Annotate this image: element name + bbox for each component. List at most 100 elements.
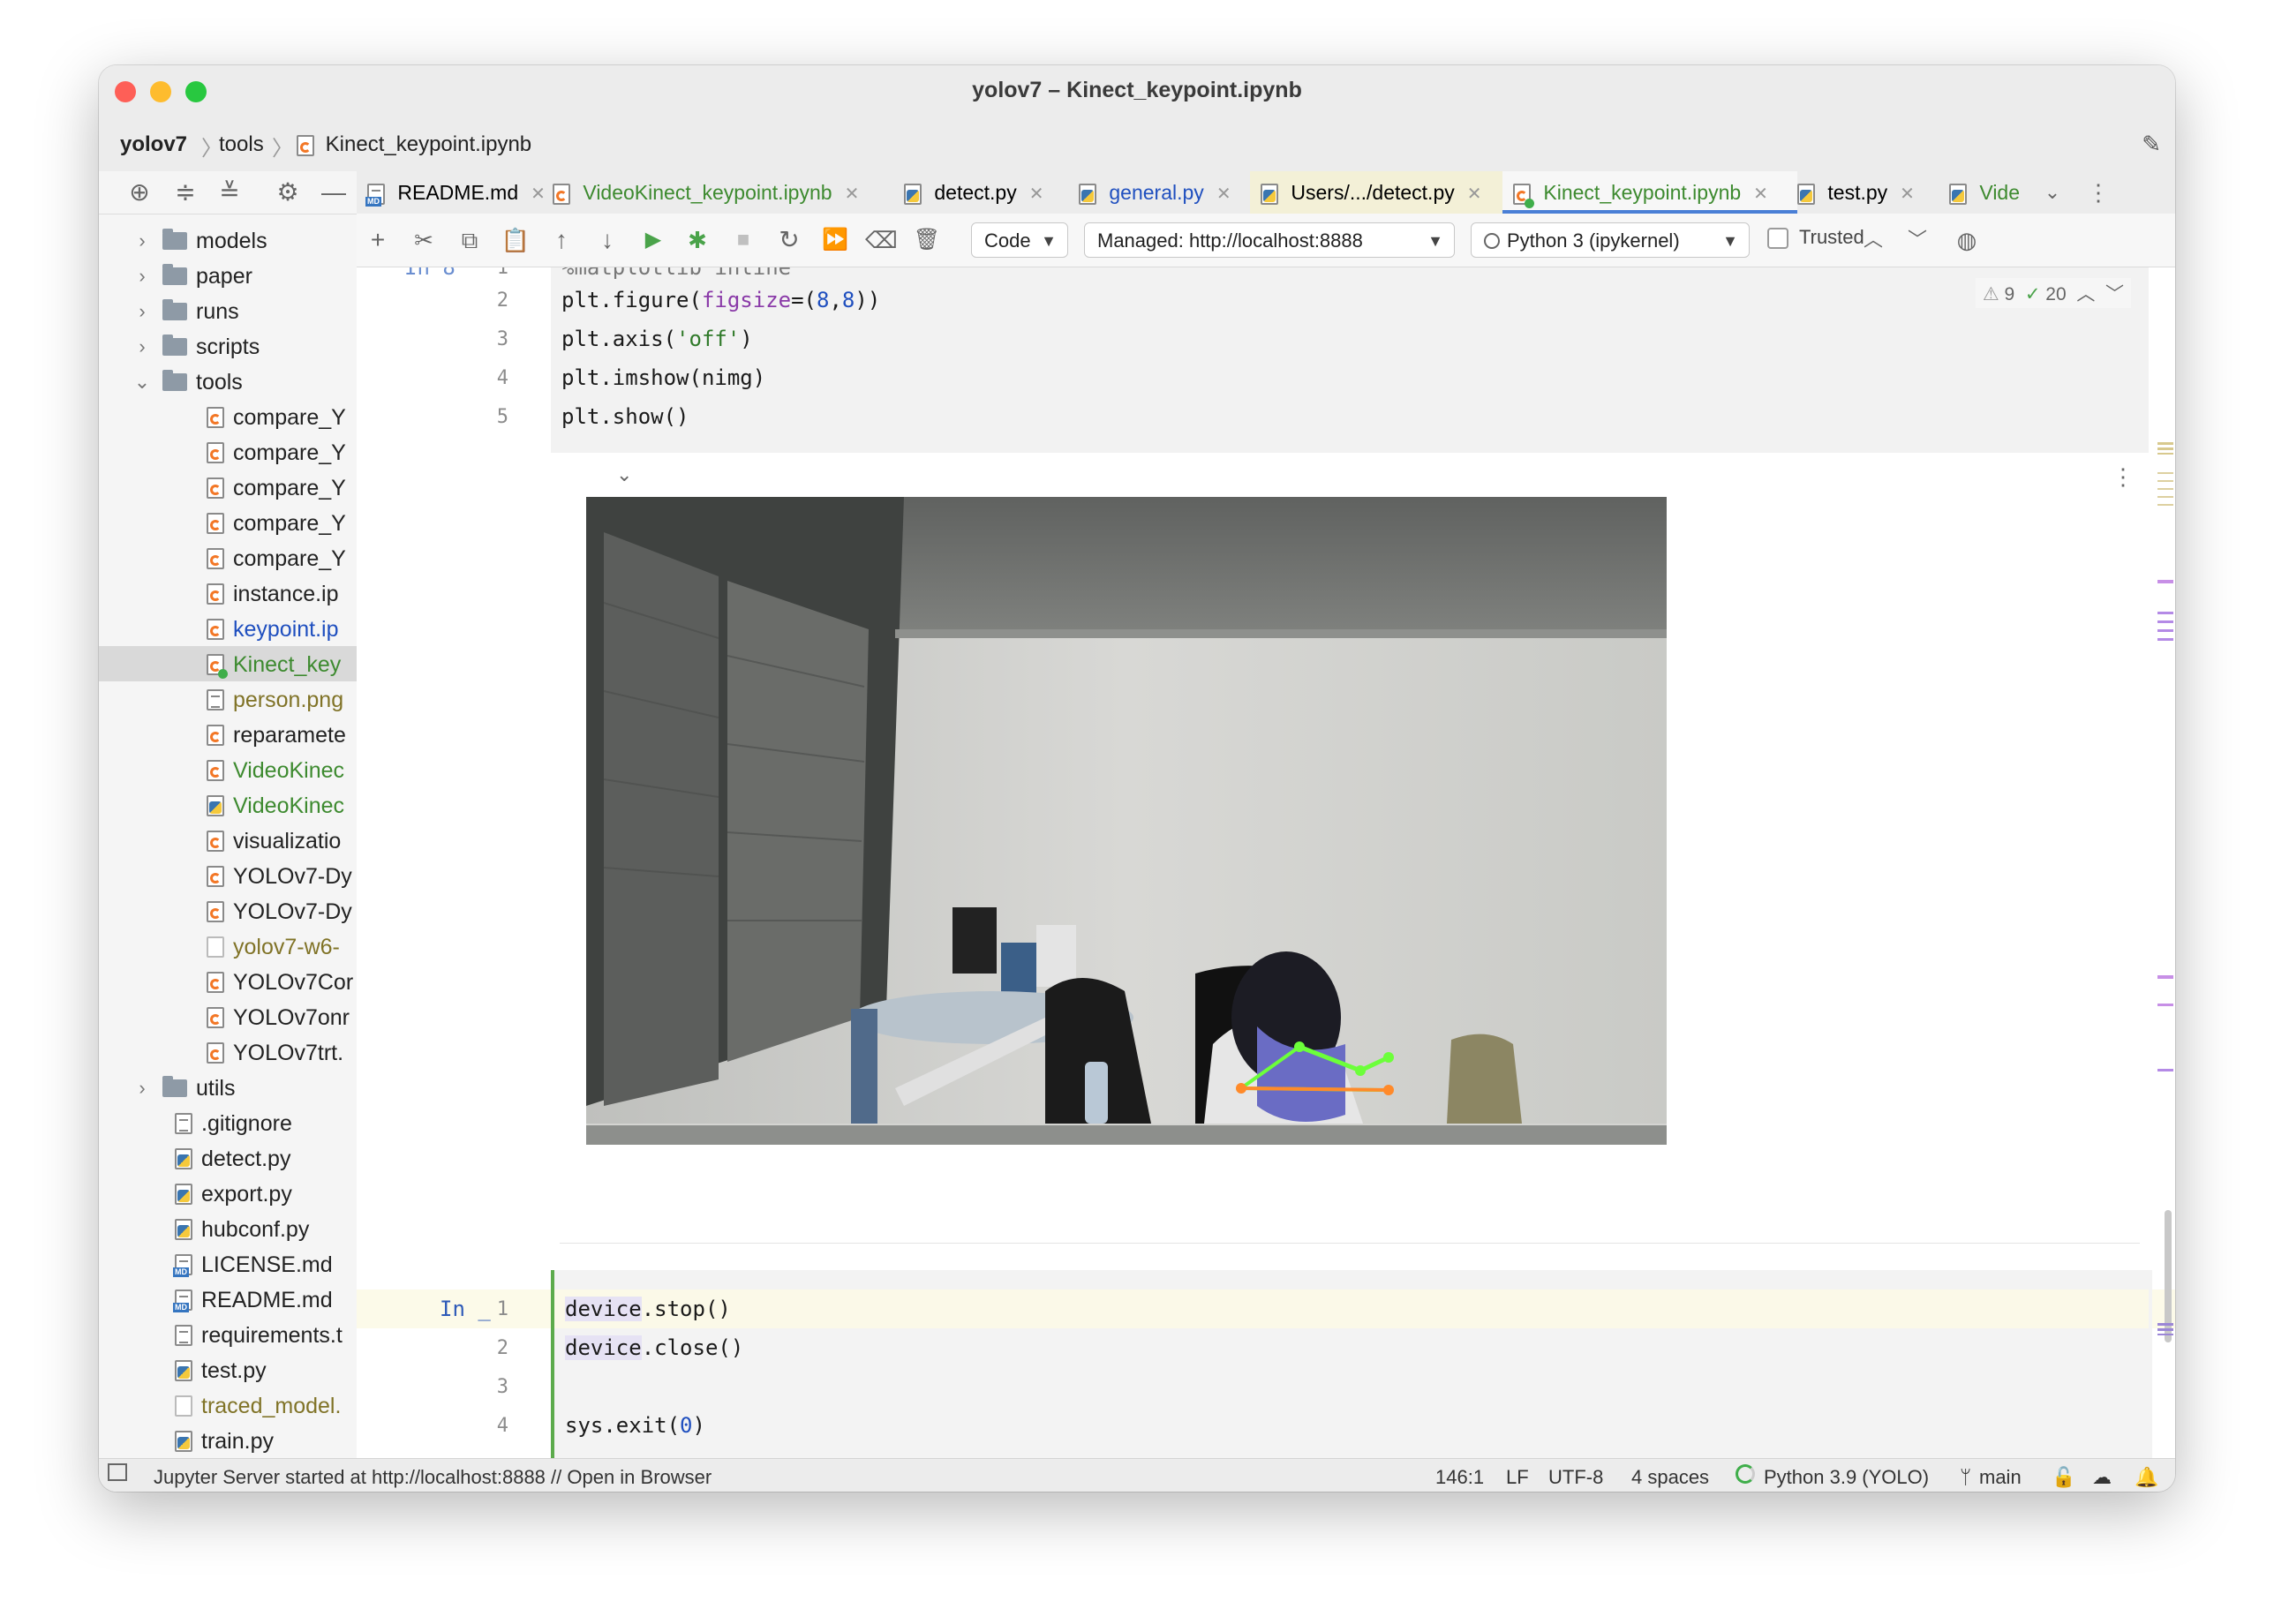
tree-item[interactable]: VideoKinec	[99, 752, 357, 787]
server-select[interactable]: Managed: http://localhost:8888 ▼	[1084, 222, 1455, 258]
tree-item[interactable]: compare_Y	[99, 505, 357, 540]
hide-panel-icon[interactable]: —	[318, 177, 350, 208]
cut-icon[interactable]: ✂	[408, 224, 440, 256]
cloud-icon[interactable]: ☁	[2092, 1466, 2112, 1489]
tree-item[interactable]: requirements.t	[99, 1317, 357, 1352]
tree-item[interactable]: Kinect_key	[99, 646, 357, 681]
move-down-icon[interactable]: ↓	[591, 224, 623, 256]
run-all-icon[interactable]: ⏩	[819, 224, 851, 256]
breadcrumb-project[interactable]: yolov7	[120, 132, 187, 157]
delete-icon[interactable]: 🗑	[911, 224, 943, 256]
tree-item[interactable]: › scripts	[99, 328, 357, 364]
lock-icon[interactable]: 🔓	[2052, 1466, 2075, 1489]
code-cell[interactable]: %matplotlib inline plt.figure(figsize=(8…	[551, 267, 2149, 453]
tab-general-py[interactable]: general.py ✕	[1068, 171, 1261, 214]
gear-icon[interactable]: ⚙	[272, 177, 304, 208]
close-tab-icon[interactable]: ✕	[1753, 184, 1768, 204]
move-up-icon[interactable]: ↑	[546, 224, 577, 256]
tab-test-py[interactable]: test.py ✕	[1787, 171, 1949, 214]
tree-item[interactable]: visualizatio	[99, 823, 357, 858]
code-cell-active[interactable]: device.stop() device.close() sys.exit(0)	[551, 1270, 2152, 1458]
chevron-up-icon[interactable]: ︿	[2076, 284, 2095, 304]
locate-icon[interactable]: ⊕	[124, 177, 155, 208]
more-options-icon[interactable]: ⋮	[2082, 177, 2114, 208]
previous-cell-icon[interactable]: ︿	[1857, 224, 1889, 256]
cell-type-select[interactable]: Code ▼	[971, 222, 1068, 258]
tool-windows-icon[interactable]	[108, 1463, 127, 1481]
stop-icon[interactable]: ■	[727, 224, 759, 256]
tab-kinect-keypoint[interactable]: Kinect_keypoint.ipynb ✕	[1502, 171, 1797, 214]
close-tab-icon[interactable]: ✕	[1467, 184, 1482, 204]
tree-item[interactable]: keypoint.ip	[99, 611, 357, 646]
edit-icon[interactable]: ✎	[2142, 131, 2161, 158]
tree-item[interactable]: MD LICENSE.md	[99, 1246, 357, 1282]
tree-item[interactable]: › paper	[99, 258, 357, 293]
close-tab-icon[interactable]: ✕	[1216, 184, 1231, 204]
chevron-right-icon[interactable]: ›	[132, 1071, 152, 1106]
file-encoding[interactable]: UTF-8	[1548, 1466, 1603, 1489]
tree-item[interactable]: VideoKinec	[99, 787, 357, 823]
chevron-right-icon[interactable]: ›	[132, 223, 152, 259]
breadcrumb-folder[interactable]: tools	[219, 132, 264, 157]
tree-item[interactable]: traced_model.	[99, 1387, 357, 1423]
chevron-right-icon[interactable]: ›	[132, 329, 152, 365]
tree-item[interactable]: export.py	[99, 1176, 357, 1211]
run-cell-icon[interactable]: ▶	[637, 224, 669, 256]
tree-item[interactable]: reparamete	[99, 717, 357, 752]
tree-item[interactable]: compare_Y	[99, 434, 357, 470]
add-cell-icon[interactable]: +	[362, 224, 394, 256]
tree-item[interactable]: YOLOv7trt.	[99, 1034, 357, 1070]
collapse-output-icon[interactable]: ⌄	[616, 463, 632, 486]
close-tab-icon[interactable]: ✕	[1029, 184, 1044, 204]
tree-item[interactable]: yolov7-w6-	[99, 929, 357, 964]
tree-item[interactable]: .gitignore	[99, 1105, 357, 1140]
tab-detect-py[interactable]: detect.py ✕	[893, 171, 1079, 214]
globe-icon[interactable]: ◍	[1951, 224, 1983, 256]
status-message[interactable]: Jupyter Server started at http://localho…	[154, 1466, 712, 1489]
debug-icon[interactable]: ✱	[681, 224, 713, 256]
tab-list-chevron-icon[interactable]: ⌄	[2037, 177, 2068, 208]
tab-video-overflow[interactable]: Vide	[1939, 171, 2046, 214]
close-tab-icon[interactable]: ✕	[1900, 184, 1915, 204]
tree-item[interactable]: › models	[99, 222, 357, 258]
tree-item[interactable]: ⌄ tools	[99, 364, 357, 399]
tree-item[interactable]: YOLOv7Cor	[99, 964, 357, 999]
chevron-down-icon[interactable]: ⌄	[132, 365, 152, 400]
tree-item[interactable]: compare_Y	[99, 540, 357, 575]
tree-item[interactable]: hubconf.py	[99, 1211, 357, 1246]
git-branch[interactable]: main	[1979, 1466, 2022, 1489]
kernel-select[interactable]: Python 3 (ipykernel) ▼	[1471, 222, 1750, 258]
output-menu-icon[interactable]: ⋮	[2112, 463, 2135, 491]
tree-item[interactable]: YOLOv7onr	[99, 999, 357, 1034]
tree-item[interactable]: YOLOv7-Dy	[99, 858, 357, 893]
tab-users-detect-py[interactable]: Users/.../detect.py ✕	[1250, 171, 1513, 214]
chevron-right-icon[interactable]: ›	[132, 259, 152, 294]
tab-videokinect-notebook[interactable]: VideoKinect_keypoint.ipynb ✕	[542, 171, 904, 214]
chevron-down-icon[interactable]: ﹀	[2105, 284, 2124, 304]
tree-item[interactable]: test.py	[99, 1352, 357, 1387]
tree-item[interactable]: train.py	[99, 1423, 357, 1458]
notifications-icon[interactable]: 🔔	[2135, 1466, 2158, 1489]
tree-item[interactable]: detect.py	[99, 1140, 357, 1176]
chevron-right-icon[interactable]: ›	[132, 294, 152, 329]
tree-item[interactable]: instance.ip	[99, 575, 357, 611]
trusted-checkbox[interactable]	[1767, 228, 1788, 249]
tree-item[interactable]: YOLOv7-Dy	[99, 893, 357, 929]
python-interpreter[interactable]: Python 3.9 (YOLO)	[1764, 1466, 1929, 1489]
cursor-position[interactable]: 146:1	[1435, 1466, 1484, 1489]
tab-readme[interactable]: MD README.md ✕	[357, 171, 553, 214]
breadcrumb-file[interactable]: Kinect_keypoint.ipynb	[297, 132, 531, 157]
copy-icon[interactable]: ⧉	[454, 224, 486, 256]
restart-kernel-icon[interactable]: ↻	[773, 224, 805, 256]
tree-item[interactable]: › utils	[99, 1070, 357, 1105]
tree-item[interactable]: › runs	[99, 293, 357, 328]
inspection-widget[interactable]: ⚠ 9 ✓ 20 ︿ ﹀	[1975, 278, 2131, 308]
line-ending[interactable]: LF	[1506, 1466, 1529, 1489]
clear-outputs-icon[interactable]: ⌫	[865, 224, 898, 256]
paste-icon[interactable]: 📋	[500, 224, 531, 256]
next-cell-icon[interactable]: ﹀	[1901, 224, 1933, 256]
tree-item[interactable]: person.png	[99, 681, 357, 717]
collapse-all-icon[interactable]: ≚	[214, 177, 245, 208]
tree-item[interactable]: compare_Y	[99, 399, 357, 434]
close-tab-icon[interactable]: ✕	[845, 184, 860, 204]
